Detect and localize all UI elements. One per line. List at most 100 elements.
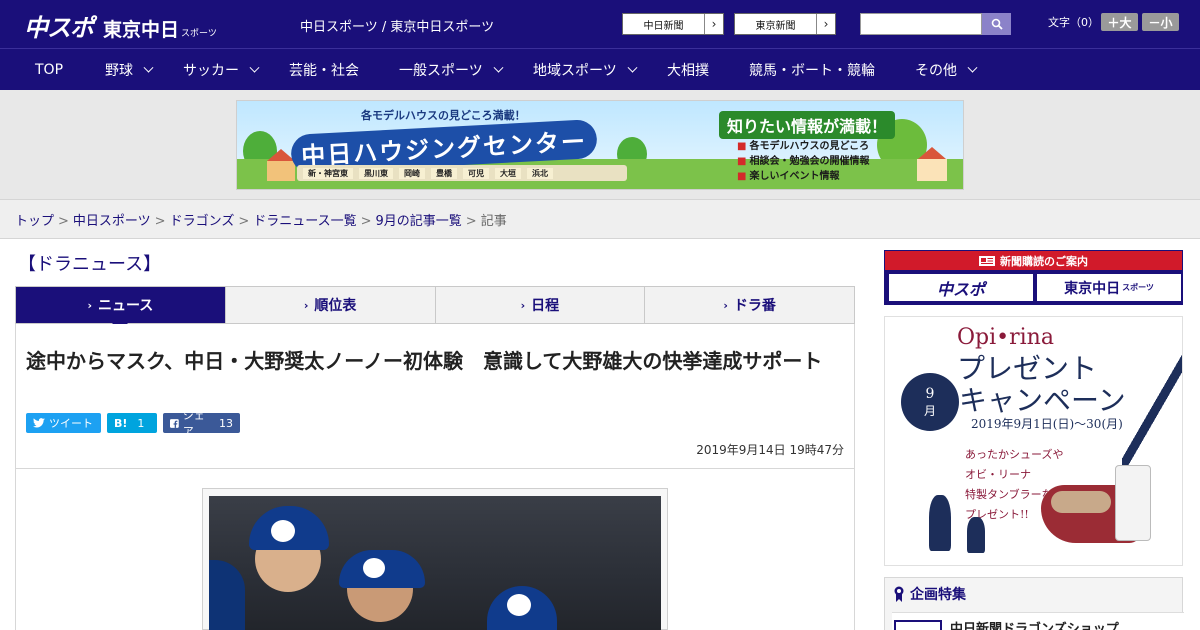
ad-location: 大垣 (495, 167, 521, 179)
tab-schedule[interactable]: › 日程 (436, 287, 646, 323)
nav-label: TOP (35, 62, 64, 78)
ad-location: 浜北 (527, 167, 553, 179)
news-tabs: › ニュース › 順位表 › 日程 › ドラ番 (15, 286, 855, 331)
nav-item-general-sports[interactable]: 一般スポーツ (399, 49, 504, 91)
ad-locations: 新・神宮東 黒川東 岡崎 豊橋 可児 大垣 浜北 (297, 165, 627, 181)
tab-news[interactable]: › ニュース (16, 287, 226, 331)
ad-bullet: 各モデルハウスの見どころ (737, 141, 869, 152)
tokyo-shimbun-button[interactable]: 東京新聞 › (734, 13, 836, 35)
chevron-right-icon: › (823, 17, 829, 31)
tab-label: ニュース (97, 298, 154, 314)
tab-label: 順位表 (314, 298, 357, 314)
breadcrumb-link[interactable]: 9月の記事一覧 (376, 214, 462, 229)
features-title: 企画特集 (910, 587, 966, 603)
breadcrumb-separator: > (154, 214, 166, 229)
promo-note-line: あったかシューズや (965, 448, 1064, 461)
house-graphic (917, 159, 947, 181)
player-edge (209, 560, 245, 630)
article-photo[interactable] (209, 496, 661, 630)
font-smaller-button[interactable]: －小 (1142, 13, 1179, 31)
font-size-label: 文字（0） (1048, 16, 1099, 29)
nav-item-baseball[interactable]: 野球 (105, 49, 154, 91)
cap-logo (363, 558, 385, 578)
breadcrumb-link[interactable]: ドラゴンズ (170, 214, 235, 229)
chevron-down-icon (967, 62, 978, 73)
chevron-down-icon (143, 62, 154, 73)
nav-label: 競馬・ボート・競輪 (749, 63, 875, 79)
ribbon-icon (894, 586, 904, 602)
ad-location: 豊橋 (431, 167, 457, 179)
subscribe-tokyo-chunichi-label: 東京中日 (1064, 280, 1121, 297)
ad-location: 黒川東 (359, 167, 393, 179)
tab-dora-ban[interactable]: › ドラ番 (645, 287, 854, 323)
chevron-right-icon: › (723, 298, 728, 312)
nav-label: 野球 (105, 63, 133, 79)
nav-item-soccer[interactable]: サッカー (183, 49, 260, 91)
chevron-down-icon (249, 62, 260, 73)
chevron-right-icon: › (711, 17, 717, 31)
tweet-button[interactable]: ツイート (26, 413, 101, 433)
chevron-right-icon: › (87, 298, 92, 312)
nav-label: 一般スポーツ (399, 63, 483, 79)
nav-item-racing[interactable]: 競馬・ボート・競輪 (749, 49, 875, 91)
search-icon (991, 18, 1003, 30)
tab-label: 日程 (531, 298, 560, 314)
breadcrumb-link[interactable]: トップ (15, 214, 54, 229)
twitter-icon (33, 418, 45, 428)
nav-item-other[interactable]: その他 (915, 49, 978, 91)
month-number: 9 (925, 385, 935, 402)
ad-bullets: 各モデルハウスの見どころ 相談会・勉強会の開催情報 楽しいイベント情報 (737, 139, 869, 184)
chevron-down-icon (627, 62, 638, 73)
chevron-right-icon: › (303, 298, 309, 312)
rabbit-graphic (967, 517, 985, 553)
chunichi-shimbun-button[interactable]: 中日新聞 › (622, 13, 724, 35)
nav-label: サッカー (183, 63, 239, 79)
nav-item-entertainment[interactable]: 芸能・社会 (289, 49, 359, 91)
nav-item-top[interactable]: TOP (35, 49, 63, 91)
article-datetime: 2019年9月14日 19時47分 (696, 443, 844, 457)
search-button[interactable] (982, 13, 1011, 35)
search-input[interactable] (860, 13, 982, 35)
ad-location: 可児 (463, 167, 489, 179)
nav-label: 地域スポーツ (533, 63, 617, 79)
site-logo[interactable]: 中スポ 東京中日 スポーツ (24, 8, 217, 42)
tokyo-shimbun-label: 東京新聞 (735, 14, 817, 34)
breadcrumb-link[interactable]: 中日スポーツ (73, 214, 151, 229)
subscribe-chuspo-button[interactable]: 中スポ (889, 274, 1033, 301)
chevron-right-icon: › (520, 298, 526, 312)
font-larger-button[interactable]: ＋大 (1101, 13, 1138, 31)
hatena-icon: B! (114, 416, 128, 430)
promo-dates: 2019年9月1日(日)〜30(月) (971, 417, 1123, 431)
breadcrumb-link[interactable]: ドラニュース一覧 (253, 214, 356, 229)
breadcrumb: トップ > 中日スポーツ > ドラゴンズ > ドラニュース一覧 >9月の記事一覧 > 記事 (15, 210, 507, 229)
site-links[interactable]: 中日スポーツ / 東京中日スポーツ (300, 16, 494, 35)
subscribe-tokyo-chunichi-small: スポーツ (1122, 283, 1154, 292)
breadcrumb-separator: > (465, 214, 477, 229)
promo-note-line: オビ・リーナ (965, 468, 1031, 481)
subscription-title: 新聞購読のご案内 (1000, 254, 1088, 268)
nav-item-sumo[interactable]: 大相撲 (667, 49, 709, 91)
housing-center-ad[interactable]: 各モデルハウスの見どころ満載！ 中日ハウジングセンター 新・神宮東 黒川東 岡崎… (236, 100, 964, 190)
top-header: 中スポ 東京中日 スポーツ 中日スポーツ / 東京中日スポーツ 中日新聞 › 東京… (0, 0, 1200, 48)
promo-title-2: キャンペーン (959, 384, 1126, 417)
facebook-share-count: 13 (219, 416, 233, 430)
nav-label: 芸能・社会 (289, 63, 359, 79)
subscribe-tokyo-chunichi-button[interactable]: 東京中日 スポーツ (1037, 274, 1181, 301)
chevron-down-icon (493, 62, 504, 73)
subscription-box: 新聞購読のご案内 中スポ 東京中日 スポーツ (884, 250, 1183, 305)
tab-standings[interactable]: › 順位表 (226, 287, 436, 323)
nav-item-regional-sports[interactable]: 地域スポーツ (533, 49, 638, 91)
cap-logo (507, 594, 531, 616)
rabbit-graphic (929, 495, 951, 551)
newspaper-icon (979, 255, 995, 266)
ad-subheadline: 各モデルハウスの見どころ満載！ (361, 109, 526, 122)
breadcrumb-separator: > (58, 214, 69, 229)
facebook-share-button[interactable]: シェア 13 (163, 409, 240, 438)
opirina-promo-ad[interactable]: Opi•rina プレゼント キャンペーン 2019年9月1日(日)〜30(月)… (884, 316, 1183, 566)
main-nav: TOP 野球 サッカー 芸能・社会 一般スポーツ 地域スポーツ 大相撲 競馬・ボ… (0, 48, 1200, 90)
month-badge: 9 月 (901, 373, 959, 431)
feature-item-title[interactable]: 中日新聞ドラゴンズショップ (950, 618, 1119, 630)
article-headline: 途中からマスク、中日・大野奨太ノーノー初体験 意識して大野雄大の快挙達成サポート (26, 349, 823, 373)
hatena-bookmark-button[interactable]: B! 1 (107, 413, 157, 433)
hatena-count: 1 (137, 416, 145, 430)
